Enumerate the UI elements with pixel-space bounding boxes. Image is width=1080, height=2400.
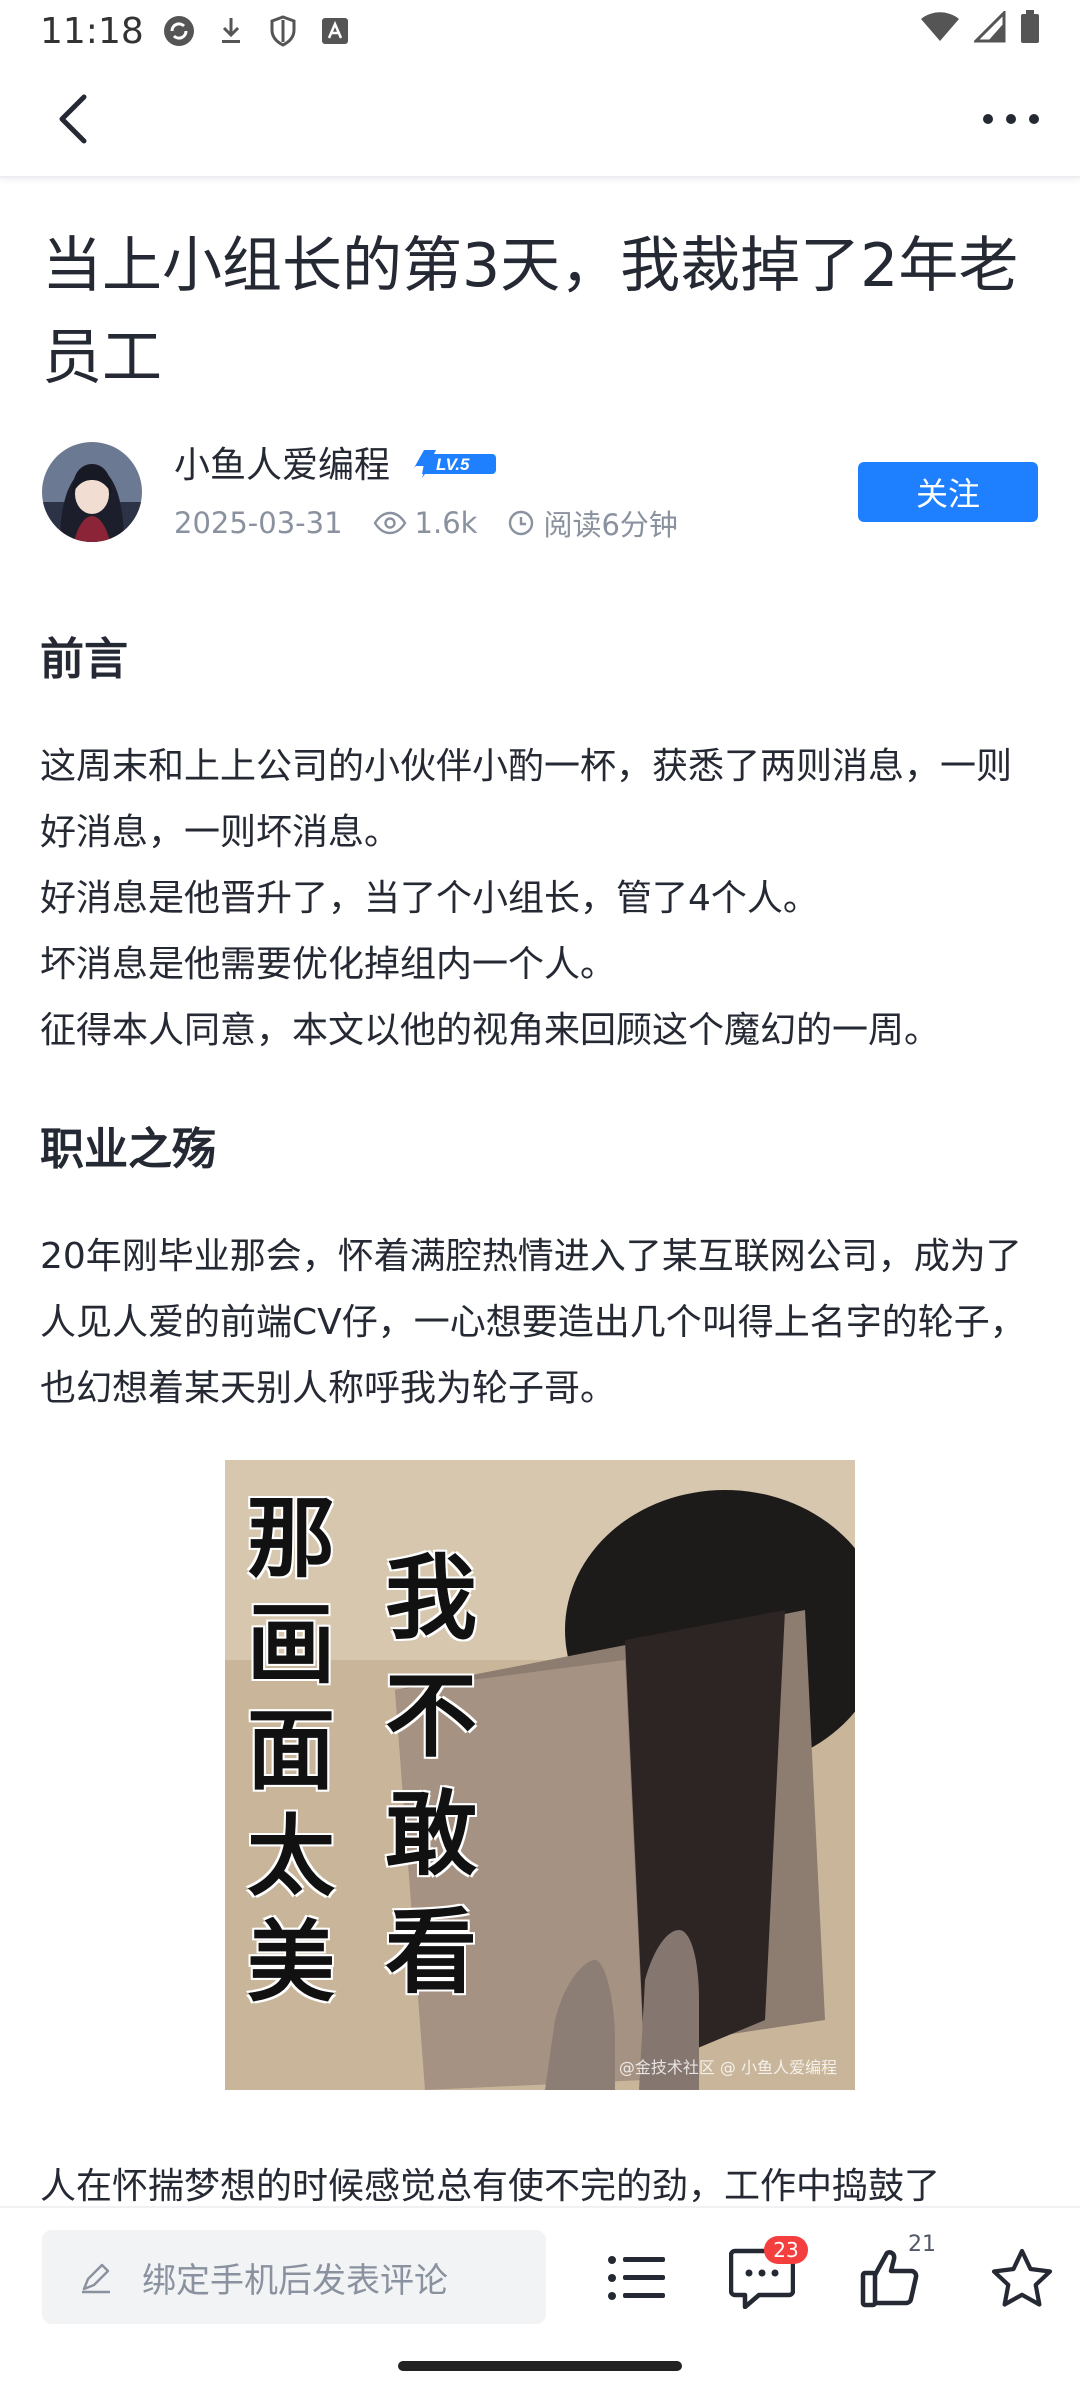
- sync-icon: [162, 14, 196, 48]
- top-nav-bar: [0, 62, 1080, 178]
- follow-button[interactable]: 关注: [858, 462, 1038, 522]
- read-time-meta: 阅读6分钟: [507, 502, 678, 544]
- article-meta: 2025-03-31 1.6k 阅读6分钟: [174, 502, 678, 544]
- section-heading: 职业之殇: [40, 1124, 216, 1175]
- paragraph: 20年刚毕业那会，怀着满腔热情进入了某互联网公司，成为了人见人爱的前端CV仔，一…: [40, 1236, 1026, 1409]
- author-avatar[interactable]: [42, 442, 142, 542]
- comment-count-badge: 23: [764, 2236, 808, 2264]
- pencil-icon: [82, 2263, 110, 2294]
- views-meta: 1.6k: [373, 506, 478, 540]
- status-time: 11:18: [40, 10, 144, 52]
- back-arrow-icon: [59, 94, 87, 144]
- paragraph: 这周末和上上公司的小伙伴小酌一杯，获悉了两则消息，一则好消息，一则坏消息。 好消…: [40, 746, 1013, 1051]
- wifi-icon: [920, 11, 960, 52]
- shield-icon: [266, 14, 300, 48]
- article-title: 当上小组长的第3天，我裁掉了2年老员工: [42, 231, 1019, 393]
- list-icon: [608, 2256, 665, 2300]
- author-name[interactable]: 小鱼人爱编程: [174, 440, 390, 492]
- author-info: 小鱼人爱编程 LV.5 2025-03-31 1.6k 阅读6分钟 关注: [42, 440, 1038, 550]
- publish-date: 2025-03-31: [174, 506, 343, 540]
- section-heading: 前言: [40, 634, 128, 685]
- eye-icon: [373, 511, 406, 535]
- signal-icon: [972, 8, 1006, 52]
- like-count: 21: [908, 2232, 936, 2257]
- read-time: 阅读6分钟: [543, 508, 678, 542]
- comment-placeholder: 绑定手机后发表评论: [142, 2260, 448, 2301]
- back-button[interactable]: [44, 89, 104, 149]
- catalog-button[interactable]: [596, 2238, 676, 2318]
- clock-icon: [509, 510, 534, 536]
- view-count: 1.6k: [414, 506, 478, 540]
- meme-caption-left: 那画面太美: [247, 1487, 336, 2014]
- star-icon: [991, 2248, 1053, 2307]
- favorite-button[interactable]: [982, 2238, 1062, 2318]
- more-button[interactable]: [976, 89, 1046, 149]
- more-icon: [983, 114, 1039, 124]
- article-body: 前言 这周末和上上公司的小伙伴小酌一杯，获悉了两则消息，一则好消息，一则坏消息。…: [40, 610, 1040, 2256]
- meme-caption-right: 我不敢看: [385, 1545, 478, 2006]
- meme-image[interactable]: 那画面太美 我不敢看 @金技术社区 @ 小鱼人爱编程: [225, 1460, 855, 2090]
- image-watermark: @金技术社区 @ 小鱼人爱编程: [618, 2058, 837, 2077]
- home-indicator[interactable]: [398, 2361, 682, 2371]
- bottom-action-bar: 绑定手机后发表评论 23 21: [0, 2206, 1080, 2350]
- comment-input[interactable]: 绑定手机后发表评论: [42, 2230, 546, 2324]
- status-bar: 11:18: [0, 0, 1080, 62]
- level-text: LV.5: [436, 455, 470, 474]
- battery-icon: [1020, 9, 1040, 53]
- level-badge: LV.5: [410, 446, 498, 484]
- download-icon: [214, 14, 248, 48]
- font-icon: [318, 14, 352, 48]
